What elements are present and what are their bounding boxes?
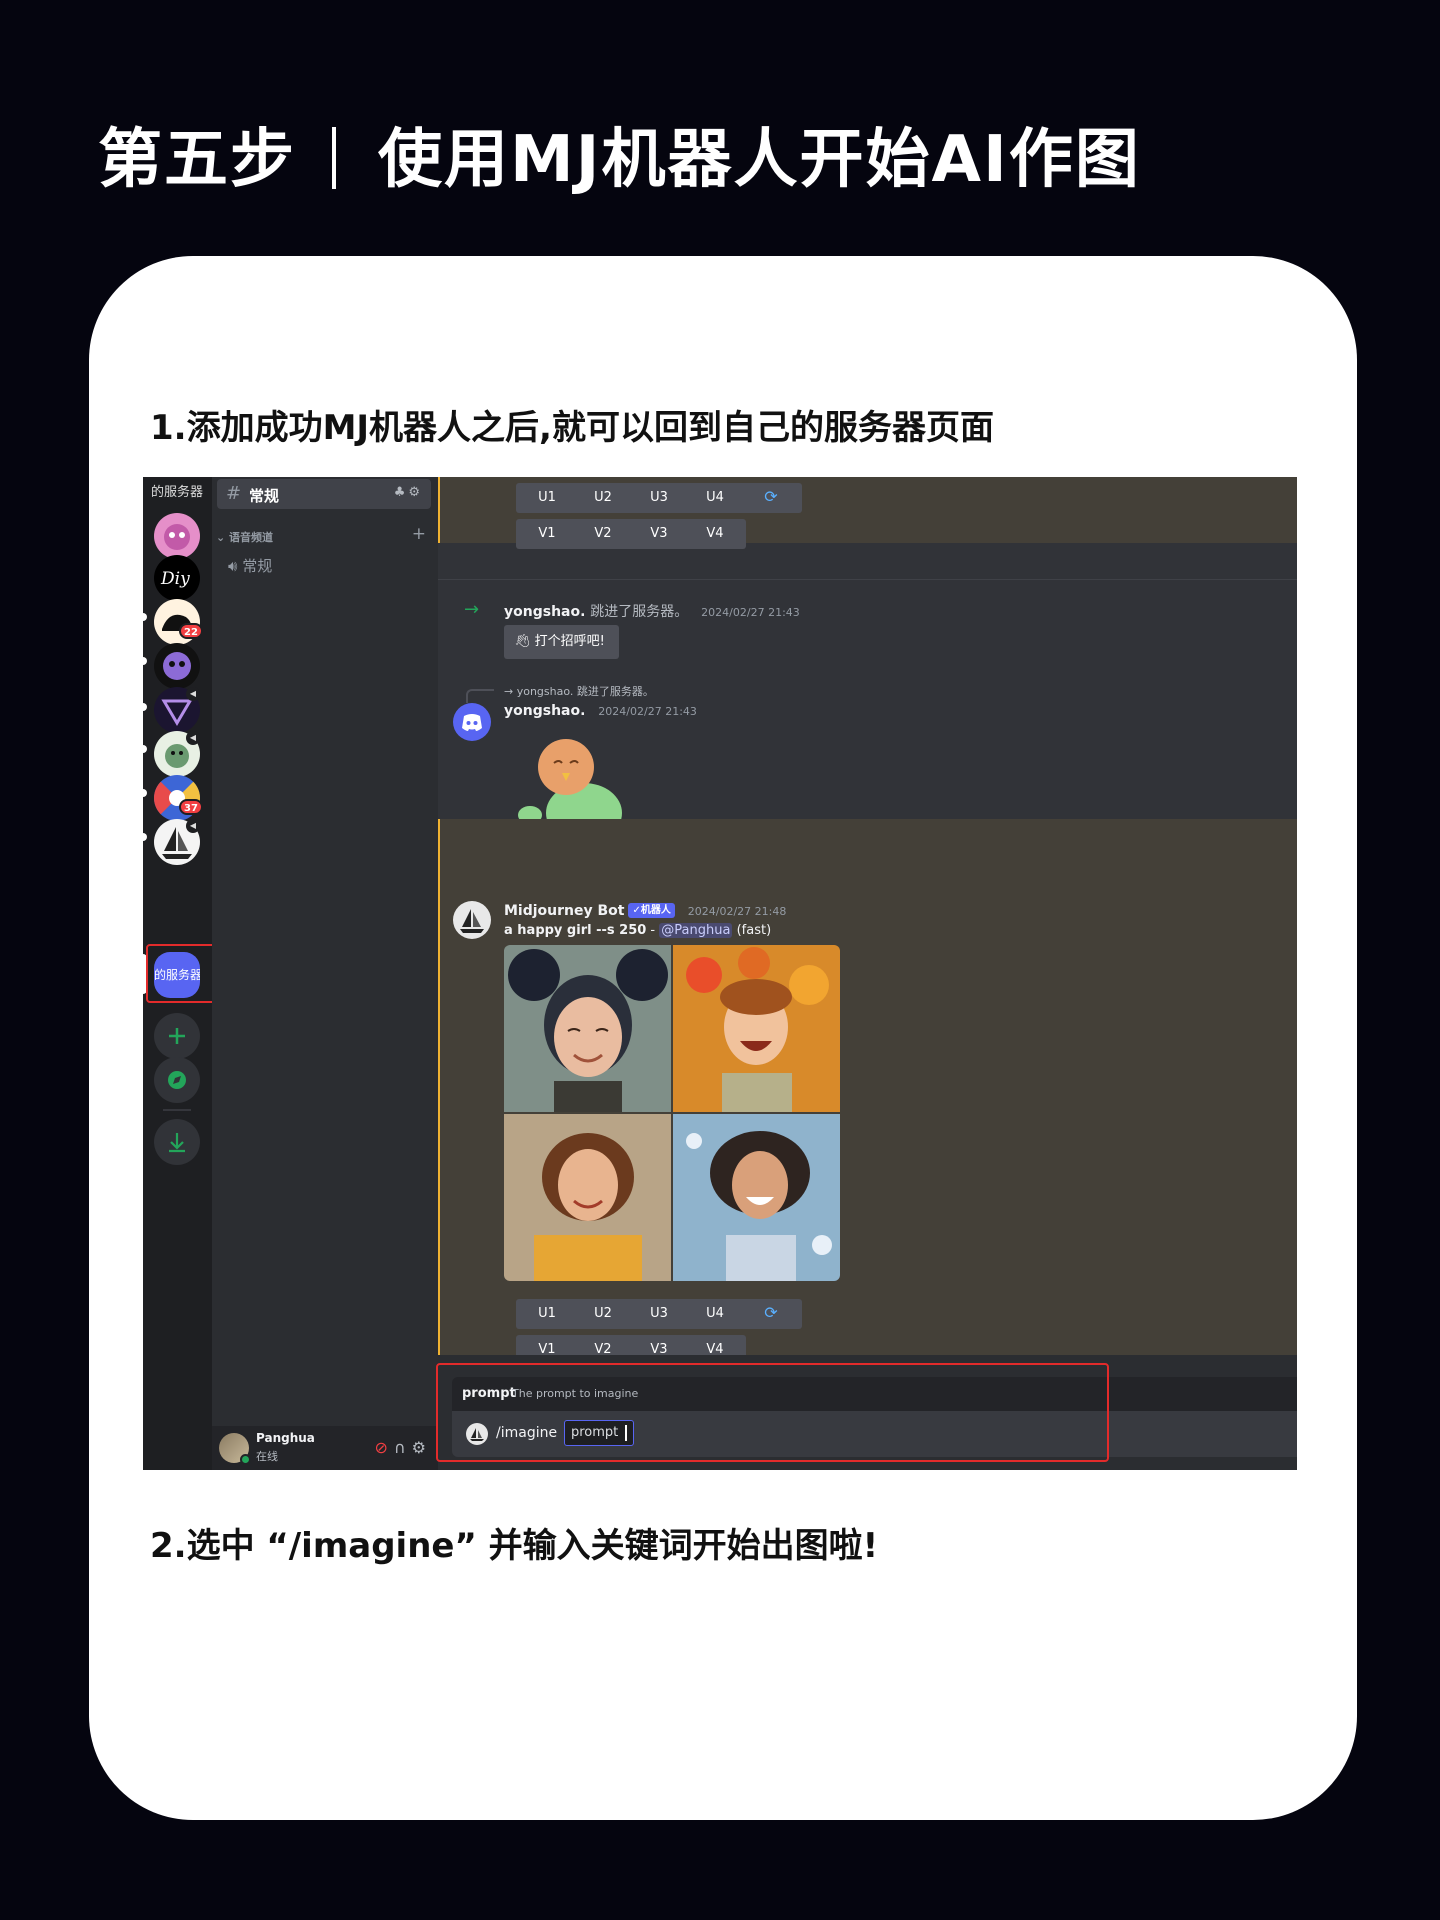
wave-button[interactable]: 👋︎ 打个招呼吧! [504,625,619,659]
variation-button[interactable]: V3 [628,519,690,549]
timestamp: 2024/02/27 21:48 [687,905,787,918]
speed-label: (fast) [736,923,772,938]
join-message: yongshao. 跳进了服务器。 2024/02/27 21:43 [504,601,800,621]
upscale-button[interactable]: U3 [628,483,690,513]
generated-image-grid[interactable] [504,945,840,1281]
reply-connector [466,689,494,703]
online-status-dot [240,1454,251,1465]
add-server-icon[interactable] [154,1013,200,1059]
step-2-text: 2.选中 “/imagine” 并输入关键词开始出图啦! [150,1526,879,1566]
hash-icon: # [226,483,242,504]
upscale-button[interactable]: U1 [516,483,578,513]
reply-user: yongshao. [516,685,574,698]
voice-channel-name: 常规 [242,557,273,575]
join-arrow-icon: → [464,599,480,620]
step-heading: 使用MJ机器人开始AI作图 [378,123,1141,197]
page-title: 第五步 使用MJ机器人开始AI作图 [98,108,1141,200]
unread-pill [143,703,147,711]
bot-tag: ✓机器人 [628,903,675,918]
reply-text: 跳进了服务器。 [576,685,654,698]
server-top-label[interactable]: 的服务器 [151,481,207,500]
join-text: 跳进了服务器。 [590,604,689,620]
wave-label: 打个招呼吧! [534,634,605,649]
timestamp: 2024/02/27 21:43 [701,606,800,619]
reroll-icon[interactable]: ⟳ [740,483,802,513]
bot-message-header: Midjourney Bot ✓机器人 2024/02/27 21:48 [504,903,786,919]
upscale-button[interactable]: U4 [684,1299,746,1329]
message-header: yongshao. 2024/02/27 21:43 [504,703,697,719]
timestamp: 2024/02/27 21:43 [598,705,697,718]
user-status: 在线 [256,1450,278,1463]
unread-pill [143,613,147,621]
reroll-icon[interactable]: ⟳ [740,1299,802,1329]
server-icon-purple[interactable] [154,643,200,689]
upscale-button[interactable]: U1 [516,1299,578,1329]
gear-icon[interactable]: ⚙ [412,1438,432,1457]
upscale-button[interactable]: U4 [684,483,746,513]
unread-badge: 22 [179,623,203,639]
speaker-icon: ◀ [186,819,200,833]
discord-screenshot: 的服务器 Diy 22 ◀ ◀ 37 ◀ 的服务器 # 常规 ♣⚙ ⌄ 语音频道… [143,477,1297,1470]
bot-prompt-line: a happy girl --s 250 - @Panghua (fast) [504,923,771,938]
variation-button[interactable]: V2 [572,519,634,549]
chat-area: U1 U2 U3 U4 ⟳ V1 V2 V3 V4 → yongshao. 跳进… [436,477,1297,1470]
unread-pill [143,745,147,753]
svg-text:Diy: Diy [160,569,190,589]
channel-sidebar: # 常规 ♣⚙ ⌄ 语音频道 + 🔊︎ 常规 Panghua 在线 ⊘∩⚙ [212,477,438,1470]
channel-item-general[interactable]: # 常规 ♣⚙ [217,479,431,509]
wave-sticker-icon: 👋︎ [514,634,531,649]
username: Panghua [256,1431,315,1445]
unread-pill [143,833,147,841]
sticker-username[interactable]: yongshao. [504,703,585,719]
upscale-button[interactable]: U3 [628,1299,690,1329]
join-username[interactable]: yongshao. [504,604,585,620]
user-controls: ⊘∩⚙ [375,1438,432,1457]
variation-button[interactable]: V1 [516,519,578,549]
voice-channel-item[interactable]: 🔊︎ 常规 [228,555,272,576]
category-label: 语音频道 [229,531,274,544]
message-divider [438,579,1297,580]
channel-name: 常规 [249,487,280,505]
title-divider [332,127,336,189]
upscale-button[interactable]: U2 [572,483,634,513]
prompt-dash: - [646,923,660,938]
add-channel-icon[interactable]: + [412,524,426,544]
server-icon-pink[interactable] [154,513,200,559]
server-rail: 的服务器 Diy 22 ◀ ◀ 37 ◀ 的服务器 [143,477,219,1470]
explore-icon[interactable] [154,1057,200,1103]
user-panel: Panghua 在线 ⊘∩⚙ [212,1426,438,1470]
download-icon[interactable] [154,1119,200,1165]
unread-pill [143,657,147,665]
user-mention[interactable]: @Panghua [659,923,733,938]
voice-category[interactable]: ⌄ 语音频道 [216,529,273,545]
server-icon-diy[interactable]: Diy [154,555,200,601]
step-label: 第五步 [98,123,296,197]
rail-divider [163,1109,191,1111]
bot-name[interactable]: Midjourney Bot [504,903,624,919]
unread-pill [143,789,147,797]
speaker-icon: ◀ [186,687,200,701]
discord-logo-avatar[interactable] [453,703,491,741]
reply-preview: → yongshao. 跳进了服务器。 [504,685,654,698]
step-1-text: 1.添加成功MJ机器人之后,就可以回到自己的服务器页面 [150,408,994,448]
highlight-box-command [436,1363,1109,1462]
headphones-icon[interactable]: ∩ [394,1438,412,1457]
variation-button[interactable]: V4 [684,519,746,549]
channel-settings-icons[interactable]: ♣⚙ [394,485,423,500]
speaker-icon: 🔊︎ [228,557,238,575]
prompt-text: a happy girl --s 250 [504,923,647,938]
unread-badge: 37 [179,799,203,815]
midjourney-avatar[interactable] [453,901,491,939]
upscale-button[interactable]: U2 [572,1299,634,1329]
highlight-box-server [146,944,219,1003]
mic-muted-icon[interactable]: ⊘ [375,1438,394,1457]
speaker-icon: ◀ [186,731,200,745]
